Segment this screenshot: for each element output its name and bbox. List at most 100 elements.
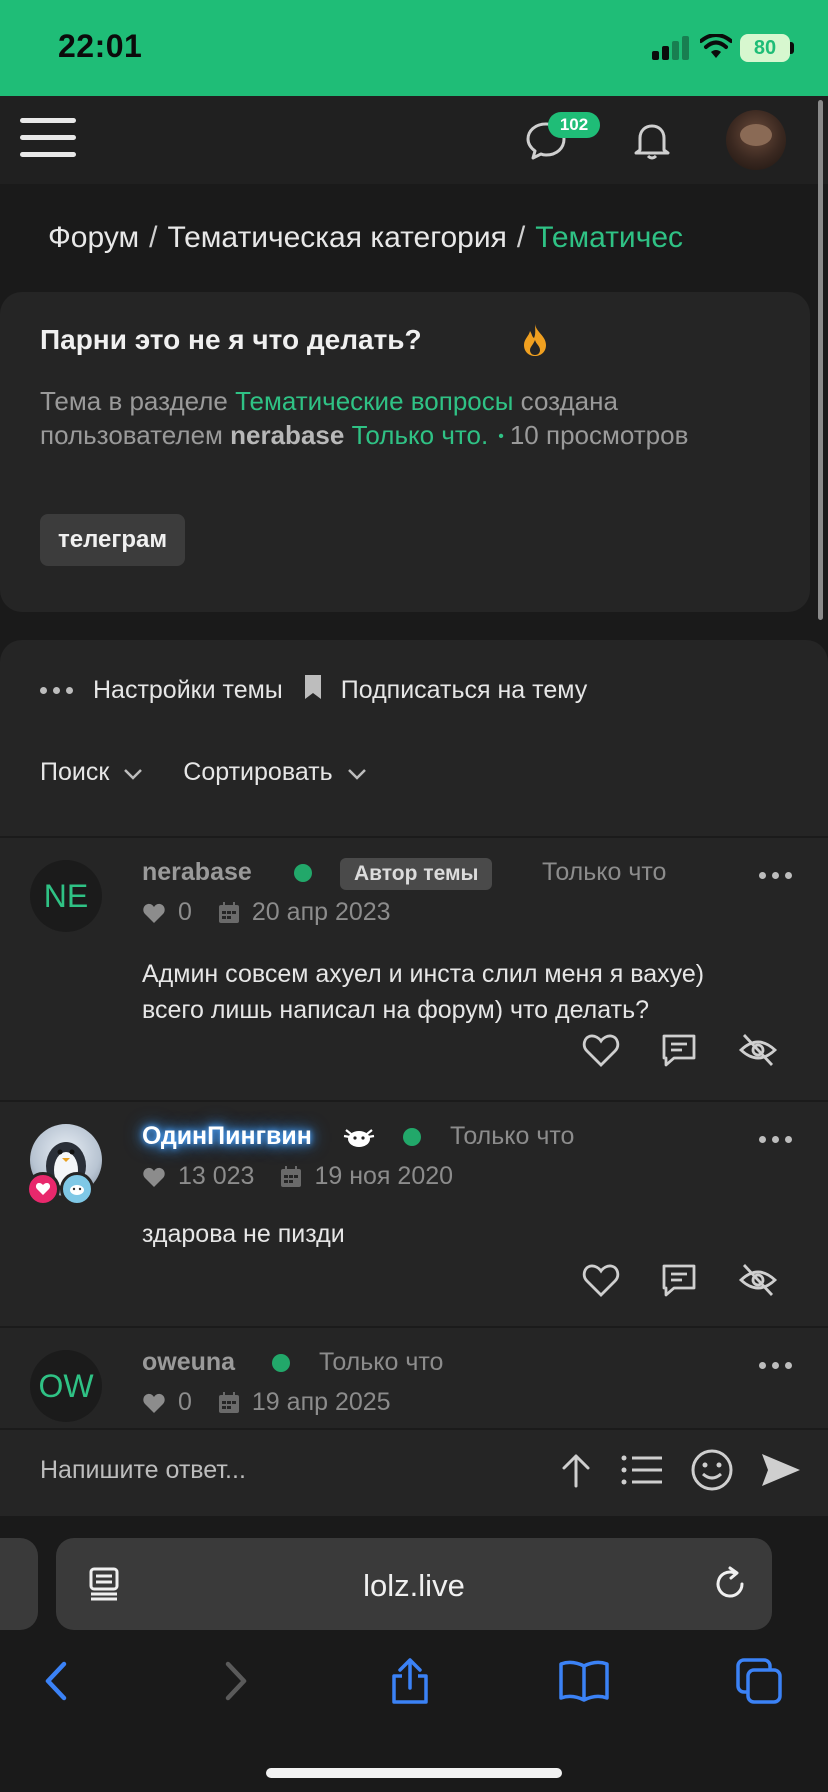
- avatar[interactable]: [26, 1124, 102, 1206]
- breadcrumb: Форум / Тематическая категория / Тематичес: [0, 184, 828, 292]
- posts-section: Настройки темы Подписаться на тему Поиск…: [0, 640, 828, 1430]
- reply-input[interactable]: Напишите ответ...: [40, 1456, 246, 1485]
- hide-icon[interactable]: [738, 1032, 778, 1068]
- calendar-icon: [218, 1391, 239, 1413]
- search-dropdown[interactable]: Поиск: [40, 758, 109, 787]
- user-avatar[interactable]: [726, 110, 786, 170]
- avatar[interactable]: OW: [30, 1350, 102, 1422]
- wifi-icon: [699, 33, 733, 65]
- post-text: Админ совсем ахуел и инста слил меня я в…: [142, 956, 704, 1028]
- signal-icon: [652, 36, 690, 60]
- likes-count: 13 023: [178, 1162, 255, 1190]
- notifications-bell-icon[interactable]: [630, 118, 674, 167]
- home-indicator[interactable]: [266, 1768, 562, 1778]
- browser-toolbar: [0, 1656, 828, 1736]
- meta-dot: •: [498, 428, 504, 446]
- post-time: Только что: [319, 1348, 444, 1376]
- post-more-icon[interactable]: [759, 1362, 792, 1369]
- url-text[interactable]: lolz.live: [56, 1568, 772, 1604]
- thread-tag[interactable]: телеграм: [40, 514, 186, 566]
- like-icon[interactable]: [582, 1032, 620, 1068]
- post-time: Только что: [542, 858, 667, 886]
- joined-date: 19 апр 2025: [251, 1388, 391, 1416]
- messages-badge: 102: [548, 112, 600, 138]
- post-actions: [582, 1032, 778, 1068]
- post-username[interactable]: ОдинПингвин: [142, 1122, 312, 1151]
- battery-tip: [790, 42, 794, 54]
- bookmarks-icon[interactable]: [558, 1656, 610, 1711]
- tabs-icon[interactable]: [734, 1656, 784, 1711]
- battery-level: 80: [753, 36, 777, 59]
- forward-icon[interactable]: [218, 1656, 254, 1711]
- reply-icon[interactable]: [660, 1262, 698, 1298]
- post-stats: 13 023 19 ноя 2020: [142, 1162, 453, 1191]
- likes-count: 0: [178, 1388, 192, 1416]
- battery-icon: 80: [740, 34, 790, 62]
- axolotl-icon: [342, 1124, 376, 1155]
- views-label: просмотров: [545, 420, 689, 450]
- scrollbar[interactable]: [818, 100, 823, 620]
- share-icon[interactable]: [388, 1656, 432, 1711]
- upload-arrow-icon[interactable]: [558, 1450, 594, 1490]
- list-icon[interactable]: [620, 1452, 664, 1488]
- reply-tools: [558, 1448, 802, 1492]
- post-stats: 0 19 апр 2025: [142, 1388, 391, 1417]
- post-item: OW oweuna Только что 0 19 апр 2025: [0, 1328, 828, 1430]
- reply-icon[interactable]: [660, 1032, 698, 1068]
- address-bar[interactable]: lolz.live: [56, 1538, 772, 1630]
- back-icon[interactable]: [38, 1656, 74, 1711]
- heart-icon: [143, 1393, 165, 1413]
- reply-bar: Напишите ответ...: [0, 1428, 828, 1516]
- post-username[interactable]: nerabase: [142, 858, 252, 887]
- heart-badge-icon: [26, 1172, 60, 1206]
- joined-date: 19 ноя 2020: [314, 1162, 454, 1190]
- post-more-icon[interactable]: [759, 872, 792, 879]
- meta-prefix: Тема в разделе: [40, 386, 228, 416]
- calendar-icon: [281, 1165, 302, 1187]
- author-badge: Автор темы: [340, 858, 493, 890]
- post-text-line: всего лишь написал на форум) что делать?: [142, 996, 650, 1024]
- post-time: Только что: [450, 1122, 575, 1150]
- post-username[interactable]: oweuna: [142, 1348, 235, 1377]
- filters: Поиск Сортировать: [40, 758, 407, 787]
- avatar[interactable]: NE: [30, 860, 102, 932]
- breadcrumb-category[interactable]: Тематическая категория: [167, 221, 506, 254]
- reload-icon[interactable]: [712, 1566, 748, 1607]
- thread-time: Только что.: [351, 420, 489, 450]
- heart-icon: [143, 903, 165, 923]
- post-item: NE nerabase Автор темы Только что 0 20 а…: [0, 838, 828, 1067]
- bookmark-icon[interactable]: [303, 674, 323, 707]
- axolotl-badge-icon: [60, 1172, 94, 1206]
- thread-header: Парни это не я что делать? Тема в раздел…: [0, 292, 810, 612]
- more-dots-icon[interactable]: [40, 686, 73, 694]
- status-bar: 22:01 80: [0, 0, 828, 96]
- post-more-icon[interactable]: [759, 1136, 792, 1143]
- status-time: 22:01: [58, 28, 143, 64]
- chevron-down-icon[interactable]: [347, 758, 367, 787]
- previous-tab[interactable]: [0, 1538, 38, 1630]
- breadcrumb-current[interactable]: Тематичес: [535, 221, 683, 254]
- online-indicator: [403, 1128, 421, 1146]
- breadcrumb-separator: /: [516, 221, 526, 254]
- fire-icon: [520, 322, 550, 363]
- like-icon[interactable]: [582, 1262, 620, 1298]
- likes-count: 0: [178, 898, 192, 926]
- emoji-icon[interactable]: [690, 1448, 734, 1492]
- post-text: здарова не пизди: [142, 1216, 345, 1252]
- top-nav: 102: [0, 96, 828, 184]
- calendar-icon: [218, 901, 239, 923]
- views-count: 10: [509, 420, 539, 450]
- author-link[interactable]: nerabase: [230, 420, 344, 450]
- post-text-line: здарова не пизди: [142, 1220, 345, 1248]
- thread-settings-link[interactable]: Настройки темы: [93, 676, 283, 705]
- thread-actions: Настройки темы Подписаться на тему: [40, 670, 587, 710]
- send-icon[interactable]: [760, 1450, 802, 1490]
- sort-dropdown[interactable]: Сортировать: [183, 758, 332, 787]
- thread-title: Парни это не я что делать?: [40, 324, 422, 355]
- menu-icon[interactable]: [20, 114, 76, 162]
- section-link[interactable]: Тематические вопросы: [235, 386, 513, 416]
- hide-icon[interactable]: [738, 1262, 778, 1298]
- chevron-down-icon[interactable]: [123, 758, 143, 787]
- subscribe-link[interactable]: Подписаться на тему: [341, 676, 587, 705]
- breadcrumb-forum[interactable]: Форум: [48, 221, 139, 254]
